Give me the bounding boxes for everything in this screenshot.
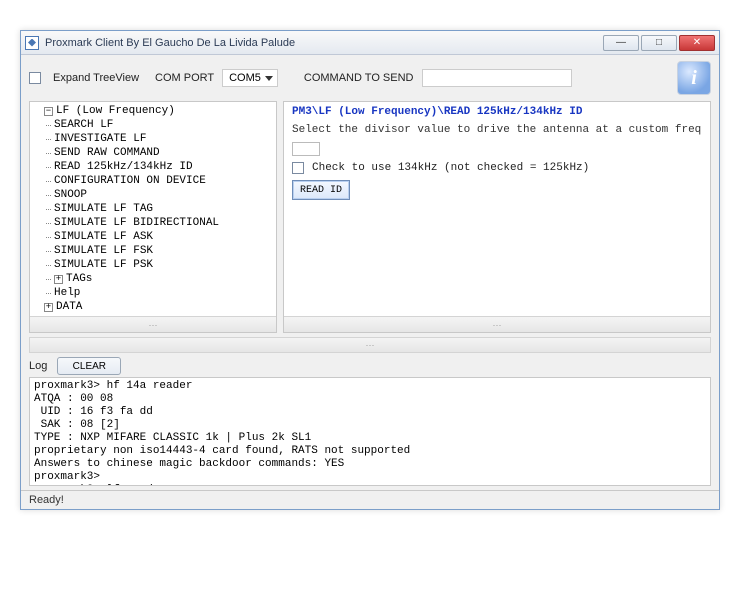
main-split: −LF (Low Frequency) SEARCH LF INVESTIGAT… bbox=[21, 101, 719, 333]
command-to-send-input[interactable] bbox=[422, 69, 572, 87]
comport-label: COM PORT bbox=[155, 72, 214, 84]
comport-select[interactable]: COM5 bbox=[222, 69, 278, 87]
tree-item[interactable]: SIMULATE LF TAG bbox=[34, 202, 272, 216]
clear-log-button[interactable]: CLEAR bbox=[57, 357, 121, 375]
tree-tags-label: TAGs bbox=[66, 273, 92, 285]
app-window: Proxmark Client By El Gaucho De La Livid… bbox=[20, 30, 720, 510]
use-134khz-checkbox[interactable] bbox=[292, 162, 304, 174]
expand-treeview-checkbox[interactable] bbox=[29, 72, 41, 84]
tree-item[interactable]: SIMULATE LF ASK bbox=[34, 230, 272, 244]
tree-item-tags[interactable]: +TAGs bbox=[34, 272, 272, 286]
comport-value: COM5 bbox=[229, 72, 261, 84]
expand-icon[interactable]: + bbox=[54, 275, 63, 284]
close-button[interactable]: ✕ bbox=[679, 35, 715, 51]
log-label: Log bbox=[29, 360, 47, 372]
detail-panel: PM3\LF (Low Frequency)\READ 125kHz/134kH… bbox=[283, 101, 711, 333]
titlebar[interactable]: Proxmark Client By El Gaucho De La Livid… bbox=[21, 31, 719, 55]
log-output[interactable]: proxmark3> hf 14a reader ATQA : 00 08 UI… bbox=[29, 377, 711, 486]
maximize-button[interactable]: □ bbox=[641, 35, 677, 51]
split-horizontal-scrollbar[interactable]: ··· bbox=[29, 337, 711, 353]
read-id-button[interactable]: READ ID bbox=[292, 180, 350, 200]
tree-data-label: DATA bbox=[56, 301, 82, 313]
status-bar: Ready! bbox=[21, 490, 719, 509]
tree-item[interactable]: CONFIGURATION ON DEVICE bbox=[34, 174, 272, 188]
breadcrumb: PM3\LF (Low Frequency)\READ 125kHz/134kH… bbox=[292, 106, 702, 118]
window-controls: — □ ✕ bbox=[603, 35, 715, 51]
tree-root-label: LF (Low Frequency) bbox=[56, 105, 175, 117]
tree-item[interactable]: READ 125kHz/134kHz ID bbox=[34, 160, 272, 174]
tree-item[interactable]: SIMULATE LF FSK bbox=[34, 244, 272, 258]
expand-icon[interactable]: + bbox=[44, 303, 53, 312]
detail-content: PM3\LF (Low Frequency)\READ 125kHz/134kH… bbox=[284, 102, 710, 316]
collapse-icon[interactable]: − bbox=[44, 107, 53, 116]
tree-item[interactable]: SEARCH LF bbox=[34, 118, 272, 132]
tree-item-data[interactable]: +DATA bbox=[34, 300, 272, 314]
command-tree[interactable]: −LF (Low Frequency) SEARCH LF INVESTIGAT… bbox=[30, 102, 276, 316]
tree-root[interactable]: −LF (Low Frequency) bbox=[34, 104, 272, 118]
tree-item-help[interactable]: Help bbox=[34, 286, 272, 300]
expand-treeview-label: Expand TreeView bbox=[53, 72, 139, 84]
log-toolbar: Log CLEAR bbox=[21, 353, 719, 377]
toolbar: Expand TreeView COM PORT COM5 COMMAND TO… bbox=[21, 55, 719, 101]
use-134khz-label: Check to use 134kHz (not checked = 125kH… bbox=[312, 162, 589, 174]
tree-item[interactable]: SEND RAW COMMAND bbox=[34, 146, 272, 160]
tree-horizontal-scrollbar[interactable]: ··· bbox=[30, 316, 276, 332]
tree-item[interactable]: INVESTIGATE LF bbox=[34, 132, 272, 146]
command-description: Select the divisor value to drive the an… bbox=[292, 124, 702, 136]
tree-item[interactable]: SIMULATE LF PSK bbox=[34, 258, 272, 272]
window-title: Proxmark Client By El Gaucho De La Livid… bbox=[45, 37, 603, 49]
minimize-button[interactable]: — bbox=[603, 35, 639, 51]
divisor-input[interactable] bbox=[292, 142, 320, 156]
app-icon bbox=[25, 36, 39, 50]
tree-panel: −LF (Low Frequency) SEARCH LF INVESTIGAT… bbox=[29, 101, 277, 333]
info-icon[interactable]: i bbox=[677, 61, 711, 95]
detail-horizontal-scrollbar[interactable]: ··· bbox=[284, 316, 710, 332]
tree-item[interactable]: SNOOP bbox=[34, 188, 272, 202]
use-134khz-row: Check to use 134kHz (not checked = 125kH… bbox=[292, 162, 702, 174]
command-to-send-label: COMMAND TO SEND bbox=[304, 72, 414, 84]
tree-item[interactable]: SIMULATE LF BIDIRECTIONAL bbox=[34, 216, 272, 230]
